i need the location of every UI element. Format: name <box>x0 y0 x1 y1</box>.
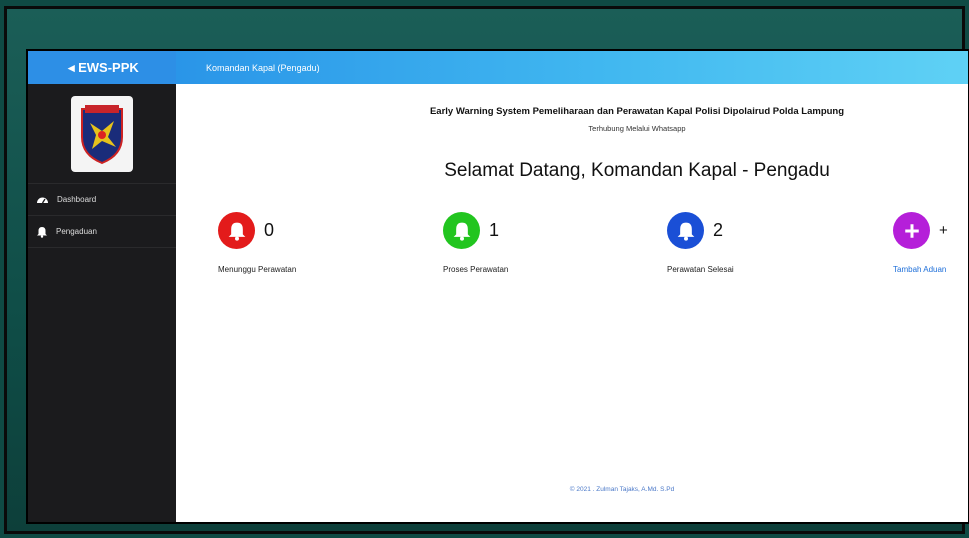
stat-menunggu-perawatan[interactable]: 0 Menunggu Perawatan <box>218 212 296 274</box>
shield-emblem-icon <box>81 104 123 164</box>
bell-icon <box>37 226 47 238</box>
stat-count: 1 <box>489 220 500 240</box>
brand-logo[interactable]: ◄ EWS-PPK <box>28 51 176 84</box>
user-role-label[interactable]: Komandan Kapal (Pengadu) <box>206 63 320 73</box>
add-complaint-button[interactable] <box>893 212 930 249</box>
dashboard-icon <box>37 197 48 204</box>
sidebar: ◄ EWS-PPK Dashboard Pengaduan <box>28 51 176 522</box>
stat-perawatan-selesai[interactable]: 2 Perawatan Selesai <box>667 212 734 274</box>
stat-label: Perawatan Selesai <box>667 265 734 274</box>
outer-frame: ◄ EWS-PPK Dashboard Pengaduan Komandan K… <box>4 6 969 534</box>
sidebar-item-label: Pengaduan <box>56 227 97 236</box>
stat-count: 0 <box>264 220 275 240</box>
stat-count: 2 <box>713 220 724 240</box>
system-title: Early Warning System Pemeliharaan dan Pe… <box>429 106 845 117</box>
brand-name: EWS-PPK <box>78 60 139 75</box>
sidebar-item-label: Dashboard <box>57 195 97 204</box>
stat-circle <box>218 212 255 249</box>
stat-label: Proses Perawatan <box>443 265 509 274</box>
welcome-heading: Selamat Datang, Komandan Kapal - Pengadu <box>444 160 830 181</box>
sidebar-item-pengaduan[interactable]: Pengaduan <box>28 216 176 248</box>
sidebar-item-dashboard[interactable]: Dashboard <box>28 184 176 216</box>
stat-count: + <box>939 222 948 239</box>
system-subtitle: Terhubung Melalui Whatsapp <box>588 124 686 133</box>
stat-proses-perawatan[interactable]: 1 Proses Perawatan <box>443 212 508 274</box>
footer-copyright: © 2021 . Zulman Tajaks, A.Md. S.Pd <box>569 486 675 493</box>
logo-area <box>28 84 176 184</box>
emblem-logo <box>71 95 133 172</box>
add-complaint-link[interactable]: Tambah Aduan <box>893 265 948 274</box>
stat-tambah-aduan[interactable]: + Tambah Aduan <box>893 212 948 274</box>
top-bar: Komandan Kapal (Pengadu) <box>176 51 968 84</box>
stat-circle <box>443 212 480 249</box>
stat-label: Menunggu Perawatan <box>218 265 297 274</box>
main-content: Early Warning System Pemeliharaan dan Pe… <box>176 84 968 522</box>
plus-icon <box>904 223 919 238</box>
app-window: ◄ EWS-PPK Dashboard Pengaduan Komandan K… <box>26 49 969 524</box>
bell-icon <box>453 222 470 241</box>
brand-arrow-icon: ◄ <box>65 60 78 75</box>
bell-icon <box>228 222 245 241</box>
stat-circle <box>667 212 704 249</box>
bell-icon <box>677 222 694 241</box>
